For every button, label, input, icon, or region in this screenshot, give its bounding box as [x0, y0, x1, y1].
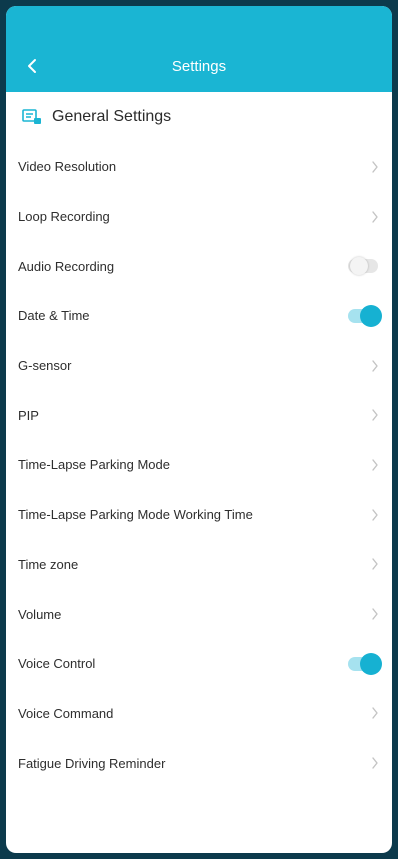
settings-row-label: G-sensor — [18, 358, 72, 374]
settings-row-label: Date & Time — [18, 308, 90, 324]
settings-row-label: Fatigue Driving Reminder — [18, 755, 166, 771]
settings-row-voice-command[interactable]: Voice Command — [6, 689, 392, 739]
chevron-right-icon — [370, 607, 380, 621]
app-screen: Settings General Settings Video Resoluti… — [6, 6, 392, 853]
settings-row-time-lapse-parking-mode[interactable]: Time-Lapse Parking Mode — [6, 440, 392, 490]
settings-row-label: Volume — [18, 606, 62, 622]
settings-row-g-sensor[interactable]: G-sensor — [6, 341, 392, 391]
settings-row-label: Audio Recording — [18, 258, 115, 274]
status-bar — [6, 6, 392, 40]
top-nav-bar: Settings — [6, 40, 392, 92]
settings-row-time-zone[interactable]: Time zone — [6, 540, 392, 590]
section-header: General Settings — [6, 92, 392, 142]
chevron-right-icon — [370, 756, 380, 770]
chevron-right-icon — [370, 160, 380, 174]
settings-row-label: Time zone — [18, 556, 79, 572]
settings-row-pip[interactable]: PIP — [6, 390, 392, 440]
settings-card-icon — [22, 108, 42, 126]
toggle-switch[interactable] — [348, 652, 382, 675]
chevron-right-icon — [370, 458, 380, 472]
settings-row-audio-recording[interactable]: Audio Recording — [6, 241, 392, 291]
settings-row-volume[interactable]: Volume — [6, 589, 392, 639]
settings-row-label: Time-Lapse Parking Mode Working Time — [18, 507, 253, 523]
toggle-knob — [350, 257, 368, 276]
chevron-right-icon — [370, 557, 380, 571]
chevron-left-icon — [28, 59, 36, 73]
chevron-right-icon — [370, 408, 380, 422]
toggle-switch[interactable] — [348, 304, 382, 327]
settings-row-label: Voice Command — [18, 705, 114, 721]
settings-row-video-resolution[interactable]: Video Resolution — [6, 142, 392, 192]
page-title: Settings — [171, 57, 227, 75]
toggle-switch[interactable] — [348, 257, 378, 276]
settings-row-loop-recording[interactable]: Loop Recording — [6, 192, 392, 242]
toggle-knob — [360, 304, 382, 327]
settings-row-date-time[interactable]: Date & Time — [6, 291, 392, 341]
chevron-right-icon — [370, 359, 380, 373]
settings-row-fatigue-driving-reminder[interactable]: Fatigue Driving Reminder — [6, 738, 392, 788]
settings-row-label: Loop Recording — [18, 209, 110, 225]
settings-row-voice-control[interactable]: Voice Control — [6, 639, 392, 689]
toggle-knob — [360, 652, 382, 675]
settings-row-label: PIP — [18, 407, 39, 423]
settings-row-time-lapse-parking-mode-working-time[interactable]: Time-Lapse Parking Mode Working Time — [6, 490, 392, 540]
settings-list: Video Resolution Loop Recording Audio Reco… — [6, 142, 392, 788]
chevron-right-icon — [370, 508, 380, 522]
section-title: General Settings — [52, 108, 172, 125]
settings-row-label: Voice Control — [18, 656, 96, 672]
chevron-right-icon — [370, 210, 380, 224]
chevron-right-icon — [370, 706, 380, 720]
back-button[interactable] — [20, 54, 44, 78]
settings-row-label: Video Resolution — [18, 159, 117, 175]
list-item-partial — [6, 788, 392, 808]
settings-row-label: Time-Lapse Parking Mode — [18, 457, 170, 473]
